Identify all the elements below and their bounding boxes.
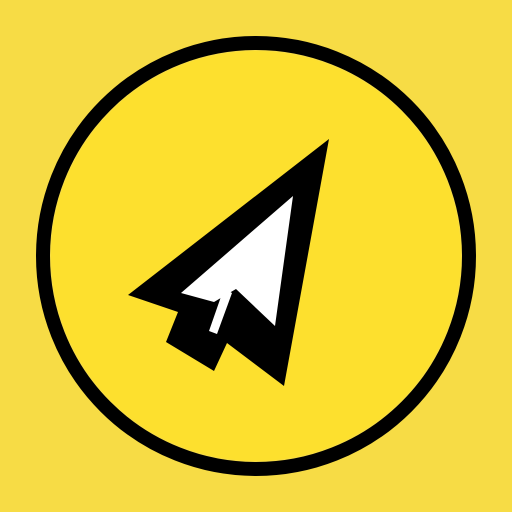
app-icon [0, 0, 512, 512]
app-icon-graphic [0, 0, 512, 512]
